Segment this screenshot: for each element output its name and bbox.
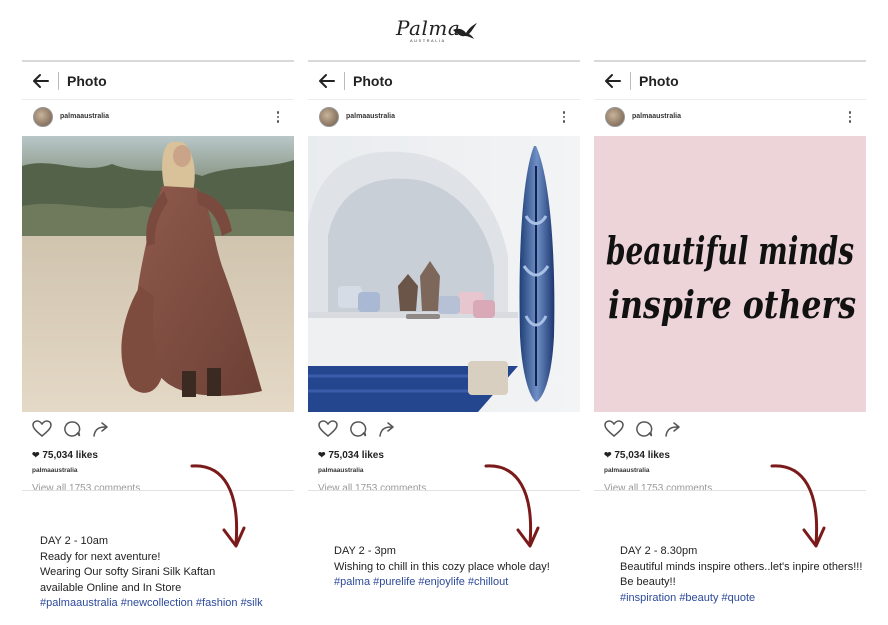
avatar[interactable] (33, 107, 53, 127)
username-link[interactable]: palmaaustralia (346, 113, 395, 120)
instagram-post-mockup-2: Photo palmaaustralia ❤ 75,034 likes palm… (308, 60, 580, 498)
caption-line: Wearing Our softy Sirani Silk Kaftan (40, 566, 216, 578)
caption-time: DAY 2 - 3pm (334, 545, 396, 557)
post-header-bar: Photo (22, 62, 294, 100)
share-icon[interactable] (664, 420, 682, 438)
caption-hashtags[interactable]: #palma #purelife #enjoylife #chillout (334, 575, 550, 591)
post-photo[interactable] (308, 136, 580, 412)
heart-icon[interactable] (318, 420, 338, 438)
caption-hashtags[interactable]: #inspiration #beauty #quote (620, 591, 862, 607)
share-icon[interactable] (92, 420, 110, 438)
caption-line: Ready for next aventure! (40, 550, 161, 563)
caption-line: Be beauty!! (620, 576, 676, 588)
quote-line-2: inspire others (608, 282, 856, 327)
instagram-post-mockup-1: Photo palmaaustralia ❤ 75,034 likes palm… (22, 60, 294, 498)
username-link[interactable]: palmaaustralia (632, 113, 681, 120)
post-actions (308, 414, 580, 444)
avatar[interactable] (605, 107, 625, 127)
post-user-row: palmaaustralia (22, 100, 294, 136)
small-heart-icon: ❤ (604, 450, 612, 460)
likes-count[interactable]: ❤ 75,034 likes (32, 450, 98, 461)
caption-line: Beautiful minds inspire others..let's in… (620, 560, 863, 573)
caption-time: DAY 2 - 8.30pm (620, 545, 698, 557)
small-heart-icon: ❤ (32, 450, 40, 460)
back-arrow-icon[interactable] (318, 72, 336, 90)
page-title: Photo (639, 73, 679, 89)
likes-count-text: 75,034 likes (328, 450, 384, 461)
post-caption-1: DAY 2 - 10am Ready for next aventure! We… (40, 534, 263, 612)
more-vertical-icon[interactable] (276, 111, 280, 125)
post-header-bar: Photo (594, 62, 866, 100)
comment-icon[interactable] (63, 420, 81, 438)
brand-logo: Palma AUSTRALIA (394, 14, 478, 48)
page-title: Photo (67, 73, 107, 89)
comment-icon[interactable] (349, 420, 367, 438)
likes-count[interactable]: ❤ 75,034 likes (604, 450, 670, 461)
page-title: Photo (353, 73, 393, 89)
back-arrow-icon[interactable] (32, 72, 50, 90)
likes-count[interactable]: ❤ 75,034 likes (318, 450, 384, 461)
share-icon[interactable] (378, 420, 396, 438)
quote-image: beautiful minds inspire others (594, 136, 866, 412)
username-link[interactable]: palmaaustralia (60, 113, 109, 120)
brand-logo-text: Palma (396, 16, 461, 40)
instagram-post-mockup-3: Photo palmaaustralia beautiful minds ins… (594, 60, 866, 498)
white-nook-surfboard-image (308, 136, 580, 412)
header-divider (58, 72, 59, 90)
more-vertical-icon[interactable] (848, 111, 852, 125)
back-arrow-icon[interactable] (604, 72, 622, 90)
header-divider (344, 72, 345, 90)
post-caption-2: DAY 2 - 3pm Wishing to chill in this coz… (334, 544, 550, 591)
post-user-row: palmaaustralia (594, 100, 866, 136)
curved-arrow-icon (484, 464, 540, 548)
post-photo[interactable]: beautiful minds inspire others (594, 136, 866, 412)
poster-username[interactable]: palmaaustralia (318, 467, 364, 474)
poster-username[interactable]: palmaaustralia (604, 467, 650, 474)
heart-icon[interactable] (604, 420, 624, 438)
swallow-bird-icon (453, 23, 477, 39)
likes-count-text: 75,034 likes (614, 450, 670, 461)
post-actions (22, 414, 294, 444)
caption-line: Wishing to chill in this cozy place whol… (334, 560, 550, 573)
brand-logo-subtext: AUSTRALIA (410, 38, 446, 43)
post-caption-3: DAY 2 - 8.30pm Beautiful minds inspire o… (620, 544, 862, 606)
header-divider (630, 72, 631, 90)
caption-line: available Online and In Store (40, 581, 182, 594)
kaftan-beach-image (22, 136, 294, 412)
likes-count-text: 75,034 likes (42, 450, 98, 461)
caption-hashtags[interactable]: #palmaaustralia #newcollection #fashion … (40, 596, 263, 612)
poster-username[interactable]: palmaaustralia (32, 467, 78, 474)
heart-icon[interactable] (32, 420, 52, 438)
post-photo[interactable] (22, 136, 294, 412)
caption-time: DAY 2 - 10am (40, 535, 109, 547)
post-header-bar: Photo (308, 62, 580, 100)
post-actions (594, 414, 866, 444)
more-vertical-icon[interactable] (562, 111, 566, 125)
avatar[interactable] (319, 107, 339, 127)
comment-icon[interactable] (635, 420, 653, 438)
post-user-row: palmaaustralia (308, 100, 580, 136)
small-heart-icon: ❤ (318, 450, 326, 460)
quote-line-1: beautiful minds (606, 228, 854, 273)
curved-arrow-icon (770, 464, 826, 548)
bottom-nav-bar (22, 490, 294, 498)
